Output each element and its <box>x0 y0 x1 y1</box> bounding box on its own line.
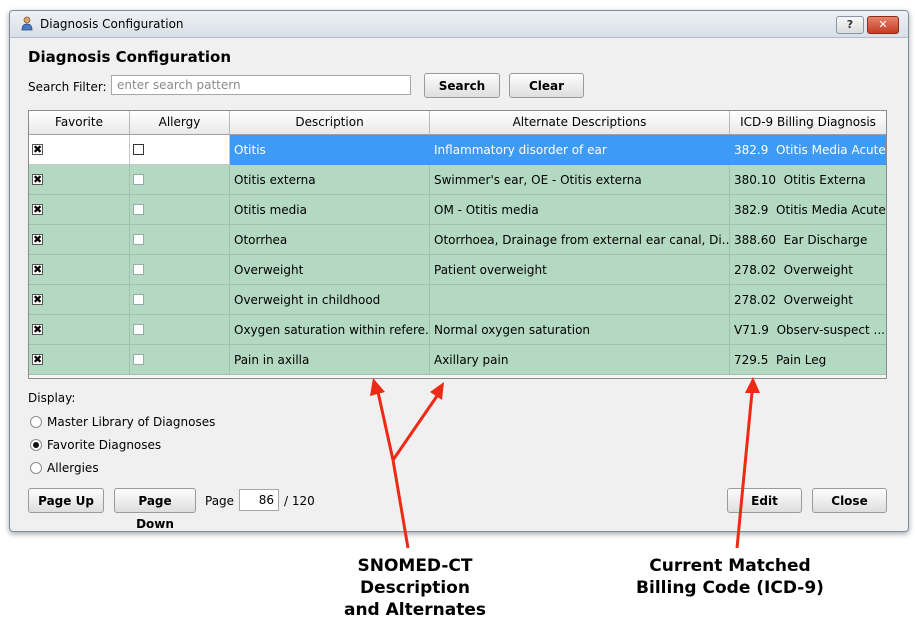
arrow-to-billing <box>735 391 754 549</box>
annotation-billing-line1: Current Matched <box>649 556 811 576</box>
annotation-billing-line2: Billing Code (ICD-9) <box>636 578 824 598</box>
annotation-arrows <box>370 377 760 549</box>
annotation-snomed-line2: and Alternates <box>343 600 487 620</box>
annotation-billing: Current Matched Billing Code (ICD-9) <box>625 555 835 599</box>
arrow-stem <box>391 459 410 549</box>
arrow-to-alternates <box>391 395 439 461</box>
arrowhead-billing <box>745 377 760 393</box>
annotation-snomed: SNOMED-CT Description and Alternates <box>300 555 530 621</box>
annotation-snomed-line1: SNOMED-CT Description <box>357 556 473 598</box>
arrowhead-description <box>370 378 385 396</box>
arrow-to-description <box>376 391 395 461</box>
